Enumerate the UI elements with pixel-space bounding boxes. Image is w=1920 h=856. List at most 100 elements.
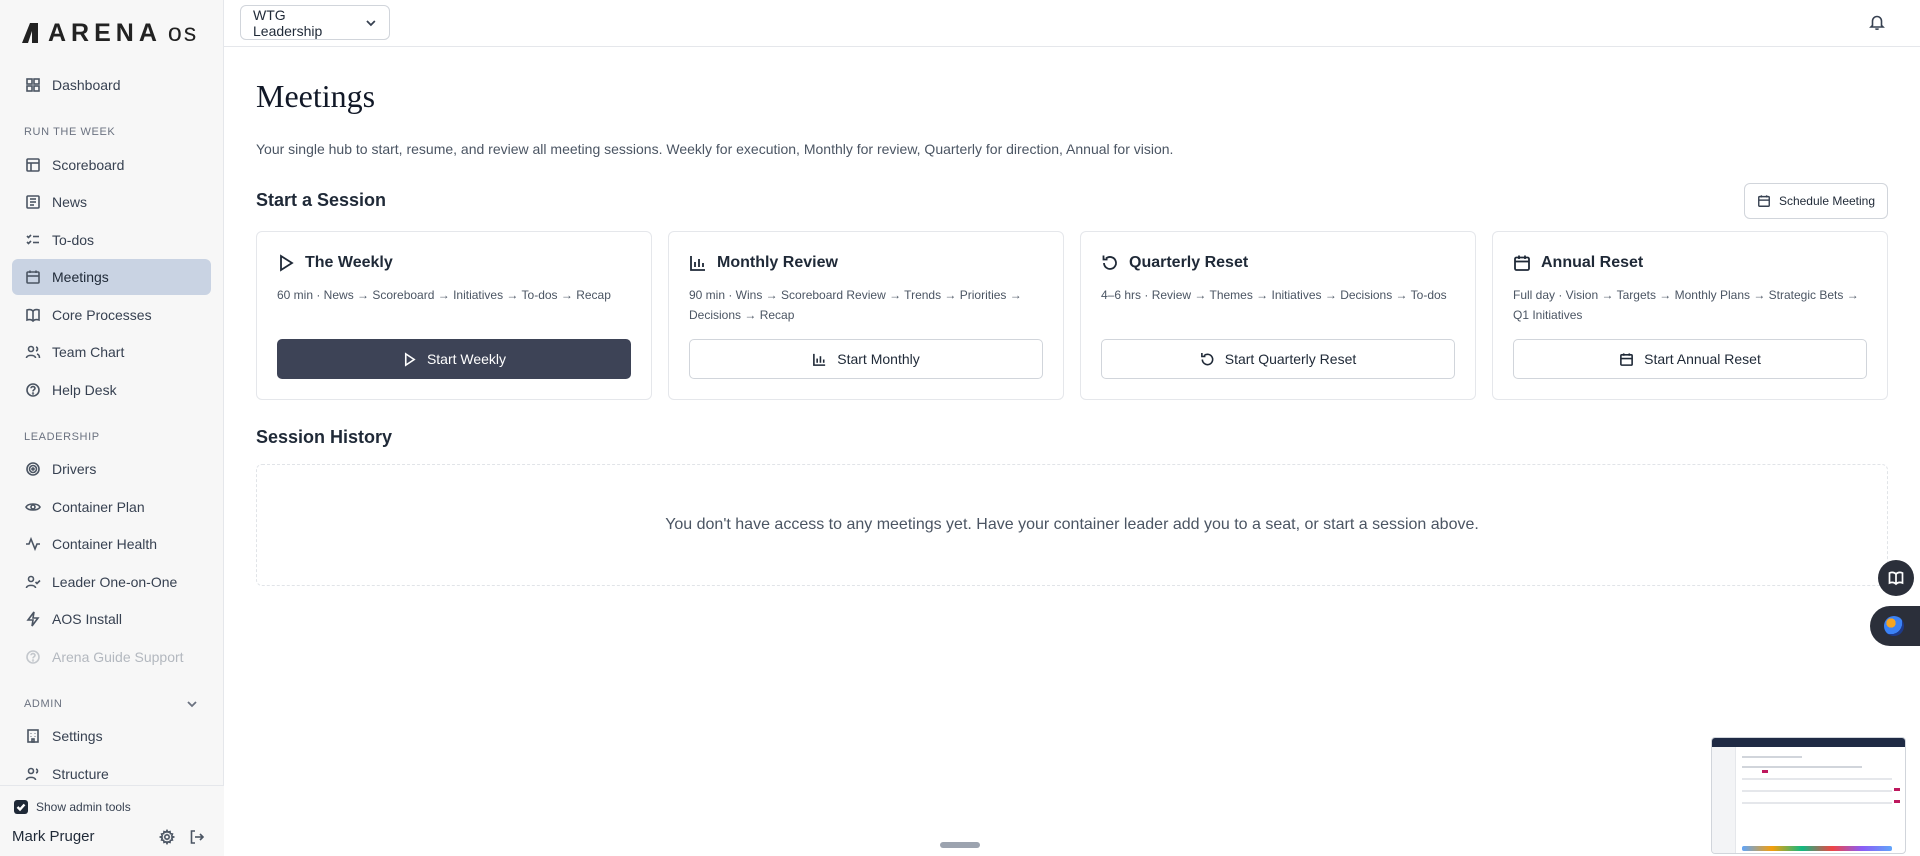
zap-icon [26, 611, 40, 627]
guide-button[interactable] [1878, 560, 1914, 596]
sidebar-item-team-chart[interactable]: Team Chart [12, 334, 211, 370]
table-icon [26, 158, 40, 172]
sidebar-item-label: Settings [52, 728, 103, 744]
chevron-down-icon [366, 19, 376, 26]
play-icon [280, 254, 294, 272]
users-icon [25, 767, 39, 781]
building-icon [27, 729, 39, 743]
session-card-quarterly: Quarterly Reset 4–6 hrs · Review → Theme… [1080, 231, 1476, 400]
book-open-icon [1888, 571, 1904, 586]
page-subtitle: Your single hub to start, resume, and re… [256, 141, 1174, 157]
gear-icon [158, 828, 176, 846]
sidebar-item-leader-one-on-one[interactable]: Leader One-on-One [12, 564, 211, 600]
thumbnail-accent [1894, 800, 1900, 803]
bar-chart-icon [813, 353, 826, 366]
sidebar-item-news[interactable]: News [12, 184, 211, 220]
sidebar-item-label: Team Chart [52, 344, 125, 360]
calendar-icon [1514, 255, 1530, 271]
thumbnail-line [1742, 802, 1892, 804]
sidebar-item-settings[interactable]: Settings [12, 718, 211, 754]
sidebar-item-label: Leader One-on-One [52, 574, 178, 590]
start-annual-reset-button[interactable]: Start Annual Reset [1513, 339, 1867, 379]
sidebar-item-label: Dashboard [52, 77, 121, 93]
admin-collapse-toggle[interactable] [186, 697, 198, 709]
user-name: Mark Pruger [12, 828, 95, 845]
sidebar-item-container-plan[interactable]: Container Plan [12, 489, 211, 525]
section-label-admin: ADMIN [24, 698, 63, 710]
sidebar-item-dashboard[interactable]: Dashboard [12, 67, 211, 103]
thumbnail-accent [1894, 788, 1900, 791]
show-admin-tools-checkbox[interactable] [14, 800, 28, 814]
eye-icon [25, 503, 41, 511]
schedule-meeting-button[interactable]: Schedule Meeting [1744, 183, 1888, 219]
grid-icon [26, 78, 40, 92]
logo-suffix: os [167, 18, 199, 47]
assistant-tab[interactable] [1870, 606, 1920, 646]
sidebar-item-container-health[interactable]: Container Health [12, 526, 211, 562]
card-header: The Weekly [277, 254, 393, 272]
start-quarterly-reset-button[interactable]: Start Quarterly Reset [1101, 339, 1455, 379]
logo[interactable]: ARENA os [20, 18, 199, 47]
sidebar-item-label: To-dos [52, 232, 95, 248]
card-description: 4–6 hrs · Review → Themes → Initiatives … [1101, 288, 1447, 302]
sidebar-item-arena-guide-support[interactable]: Arena Guide Support [12, 639, 211, 675]
bell-icon [1869, 15, 1885, 31]
start-monthly-button[interactable]: Start Monthly [689, 339, 1043, 379]
screenshot-thumbnail[interactable] [1711, 737, 1906, 854]
calendar-icon [1758, 195, 1770, 207]
start-weekly-label: Start Weekly [426, 351, 507, 367]
sidebar-item-to-dos[interactable]: To-dos [12, 222, 211, 258]
card-header: Quarterly Reset [1101, 254, 1248, 272]
section-label-leadership: LEADERSHIP [24, 431, 100, 443]
sidebar-item-aos-install[interactable]: AOS Install [12, 601, 211, 637]
show-admin-tools-toggle[interactable]: Show admin tools [14, 800, 131, 814]
team-selector[interactable]: WTG Leadership [240, 5, 390, 40]
thumbnail-accent [1762, 770, 1768, 773]
start-quarterly-reset-label: Start Quarterly Reset [1224, 351, 1357, 367]
section-label-run-the-week: RUN THE WEEK [24, 126, 116, 138]
scroll-handle[interactable] [940, 842, 980, 848]
sidebar-item-label: Scoreboard [52, 157, 125, 173]
card-description: Full day · Vision → Targets → Monthly Pl… [1513, 288, 1859, 322]
thumbnail-line [1742, 766, 1862, 768]
card-title: Annual Reset [1541, 254, 1644, 271]
help-circle-icon [26, 383, 40, 397]
sidebar-item-core-processes[interactable]: Core Processes [12, 297, 211, 333]
sidebar-item-drivers[interactable]: Drivers [12, 451, 211, 487]
calendar-icon [1620, 352, 1634, 366]
sidebar-item-meetings[interactable]: Meetings [12, 259, 211, 295]
logout-button[interactable] [189, 829, 205, 845]
schedule-meeting-label: Schedule Meeting [1778, 194, 1876, 208]
sidebar: ARENA os Dashboard RUN THE WEEK Scoreboa… [0, 0, 224, 856]
sidebar-item-scoreboard[interactable]: Scoreboard [12, 147, 211, 183]
thumbnail-dock [1742, 846, 1892, 851]
logo-mark-icon [22, 23, 38, 43]
settings-button[interactable] [158, 828, 176, 846]
rotate-icon [1200, 352, 1214, 365]
globe-icon [1884, 616, 1904, 636]
thumbnail-line [1742, 790, 1892, 792]
chevron-down-icon [187, 701, 197, 708]
calendar-icon [26, 270, 40, 284]
session-history-title: Session History [256, 427, 393, 447]
book-icon [26, 308, 40, 323]
logout-icon [190, 830, 205, 844]
checklist-icon [26, 234, 39, 245]
notifications-button[interactable] [1868, 13, 1886, 31]
session-card-annual: Annual Reset Full day · Vision → Targets… [1492, 231, 1888, 400]
sidebar-item-label: Help Desk [52, 382, 117, 398]
rotate-icon [1102, 255, 1117, 270]
sidebar-item-help-desk[interactable]: Help Desk [12, 372, 211, 408]
session-card-weekly: The Weekly 60 min · News → Scoreboard → … [256, 231, 652, 400]
session-card-monthly: Monthly Review 90 min · Wins → Scoreboar… [668, 231, 1064, 400]
sidebar-footer: Show admin tools Mark Pruger [0, 785, 224, 856]
sidebar-item-label: Meetings [52, 269, 109, 285]
thumbnail-line [1742, 756, 1802, 758]
sidebar-item-label: Container Health [52, 536, 158, 552]
card-header: Annual Reset [1513, 254, 1643, 272]
card-header: Monthly Review [689, 254, 838, 272]
empty-state-message: You don't have access to any meetings ye… [665, 516, 1479, 533]
start-weekly-button[interactable]: Start Weekly [277, 339, 631, 379]
card-title: Monthly Review [717, 254, 838, 271]
sidebar-item-label: AOS Install [52, 611, 123, 627]
